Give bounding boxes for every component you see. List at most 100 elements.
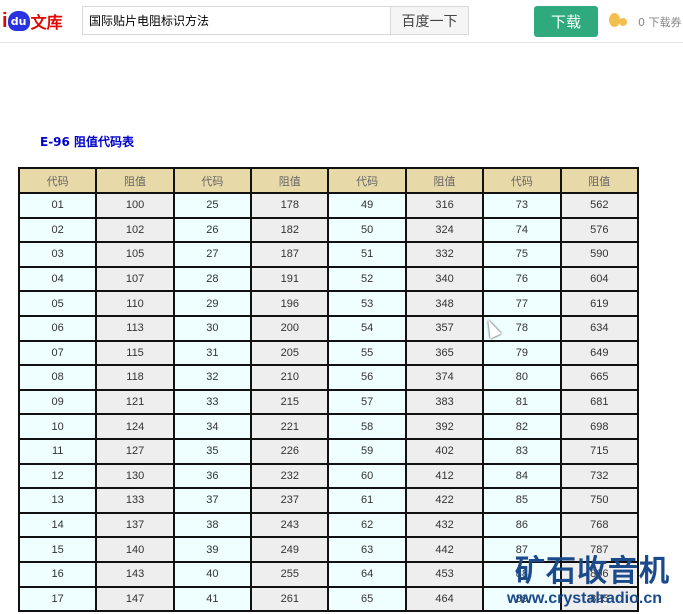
table-row: 10 124 34 221 58 392 82 698: [17, 413, 640, 440]
resistance-cell: 402: [404, 437, 485, 465]
code-cell: 62: [327, 511, 407, 539]
code-cell: 64: [327, 560, 407, 588]
code-cell: 36: [172, 462, 253, 490]
code-cell: 65: [327, 585, 407, 613]
resistance-cell: 590: [559, 241, 640, 268]
code-cell: 37: [172, 487, 253, 514]
download-button[interactable]: 下载: [534, 6, 598, 37]
resistance-cell: 665: [559, 364, 640, 391]
code-cell: 32: [172, 364, 253, 391]
table-row: 01 100 25 178 49 316 73 562: [17, 192, 640, 219]
table-row: 02 102 26 182 50 324 74 576: [17, 216, 640, 244]
column-header: 阻值: [95, 167, 175, 194]
resistance-cell: 187: [250, 241, 330, 268]
table-row: 06 113 30 200 54 357 78 634: [17, 314, 640, 342]
resistance-cell: 422: [404, 487, 485, 514]
resistance-cell: 143: [95, 560, 175, 588]
resistance-cell: 825: [559, 585, 640, 613]
resistance-cell: 768: [559, 511, 640, 539]
resistance-cell: 210: [250, 364, 330, 391]
resistance-cell: 340: [404, 265, 485, 293]
code-cell: 17: [17, 585, 98, 613]
column-header: 阻值: [250, 167, 330, 194]
resistance-cell: 365: [404, 339, 485, 367]
code-cell: 57: [327, 388, 407, 416]
code-cell: 86: [482, 511, 562, 539]
resistance-cell: 191: [250, 265, 330, 293]
resistance-cell: 698: [559, 413, 640, 440]
code-cell: 35: [172, 437, 253, 465]
code-cell: 79: [482, 339, 562, 367]
e96-code-table: 代码 阻值 代码 阻值 代码 阻值 代码 阻值 01 100 25 178 49 316 73 562 02 1…: [17, 167, 640, 613]
code-cell: 58: [327, 413, 407, 440]
code-cell: 25: [172, 192, 253, 219]
code-cell: 83: [482, 437, 562, 465]
resistance-cell: 215: [250, 388, 330, 416]
resistance-cell: 348: [404, 290, 485, 317]
code-cell: 09: [17, 388, 98, 416]
code-cell: 85: [482, 487, 562, 514]
search-input[interactable]: [83, 7, 390, 34]
code-cell: 76: [482, 265, 562, 293]
code-cell: 40: [172, 560, 253, 588]
code-cell: 77: [482, 290, 562, 317]
table-row: 07 115 31 205 55 365 79 649: [17, 339, 640, 367]
code-cell: 04: [17, 265, 98, 293]
paw-icon: du: [7, 11, 30, 31]
code-cell: 87: [482, 536, 562, 563]
search-button[interactable]: 百度一下: [390, 7, 468, 34]
resistance-cell: 102: [95, 216, 175, 244]
code-cell: 51: [327, 241, 407, 268]
resistance-cell: 634: [559, 314, 640, 342]
resistance-cell: 412: [404, 462, 485, 490]
resistance-cell: 140: [95, 536, 175, 563]
resistance-cell: 255: [250, 560, 330, 588]
resistance-cell: 432: [404, 511, 485, 539]
code-cell: 05: [17, 290, 98, 317]
code-cell: 30: [172, 314, 253, 342]
resistance-cell: 124: [95, 413, 175, 440]
code-cell: 03: [17, 241, 98, 268]
code-cell: 41: [172, 585, 253, 613]
code-cell: 81: [482, 388, 562, 416]
code-cell: 34: [172, 413, 253, 440]
resistance-cell: 681: [559, 388, 640, 416]
top-bar: i du 文库 百度一下 下载 0 下载券: [0, 0, 683, 43]
resistance-cell: 178: [250, 192, 330, 219]
code-cell: 59: [327, 437, 407, 465]
resistance-cell: 374: [404, 364, 485, 391]
resistance-cell: 105: [95, 241, 175, 268]
table-row: 17 147 41 261 65 464 89 825: [17, 585, 640, 613]
resistance-cell: 732: [559, 462, 640, 490]
code-cell: 16: [17, 560, 98, 588]
code-cell: 56: [327, 364, 407, 391]
resistance-cell: 100: [95, 192, 175, 219]
table-row: 12 130 36 232 60 412 84 732: [17, 462, 640, 490]
code-cell: 15: [17, 536, 98, 563]
resistance-cell: 200: [250, 314, 330, 342]
code-cell: 53: [327, 290, 407, 317]
resistance-cell: 133: [95, 487, 175, 514]
resistance-cell: 130: [95, 462, 175, 490]
table-row: 11 127 35 226 59 402 83 715: [17, 437, 640, 465]
resistance-cell: 118: [95, 364, 175, 391]
voucher-count: 0 下载券: [638, 16, 682, 29]
code-cell: 26: [172, 216, 253, 244]
resistance-cell: 237: [250, 487, 330, 514]
resistance-cell: 110: [95, 290, 175, 317]
wenku-logo[interactable]: i du 文库: [2, 8, 63, 34]
column-header: 代码: [482, 167, 562, 194]
code-cell: 07: [17, 339, 98, 367]
table-row: 14 137 38 243 62 432 86 768: [17, 511, 640, 539]
resistance-cell: 147: [95, 585, 175, 613]
search-box: 百度一下: [82, 6, 469, 35]
resistance-cell: 316: [404, 192, 485, 219]
resistance-cell: 261: [250, 585, 330, 613]
resistance-cell: 137: [95, 511, 175, 539]
code-cell: 33: [172, 388, 253, 416]
column-header: 阻值: [559, 167, 640, 194]
code-cell: 61: [327, 487, 407, 514]
resistance-cell: 787: [559, 536, 640, 563]
code-cell: 12: [17, 462, 98, 490]
resistance-cell: 332: [404, 241, 485, 268]
